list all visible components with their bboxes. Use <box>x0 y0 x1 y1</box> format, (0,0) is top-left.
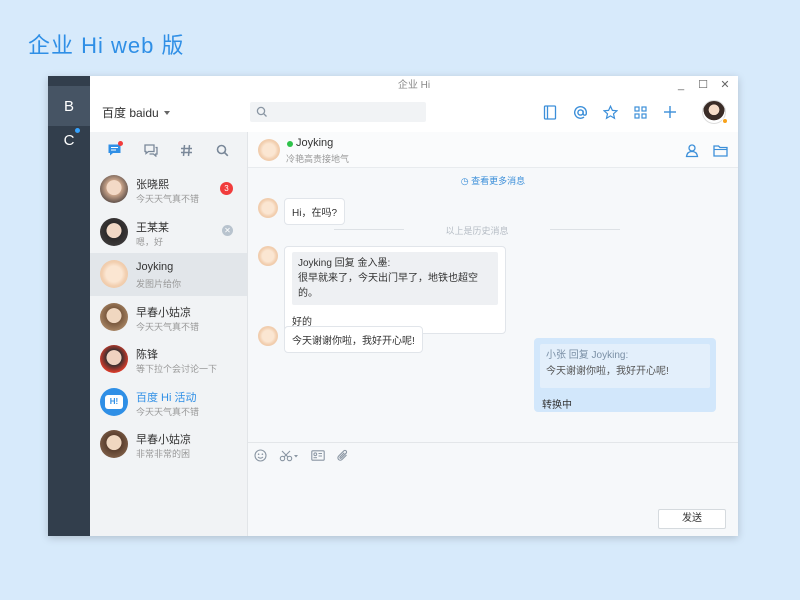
message-text: 转换中 <box>542 400 572 411</box>
message-bubble: Hi，在吗? <box>284 198 346 225</box>
clock-icon: ◷ <box>460 176 469 186</box>
workspace-b-label: B <box>63 97 74 115</box>
conversation-preview: 今天天气真不错 <box>136 406 200 417</box>
contacts-book-icon[interactable] <box>540 102 560 122</box>
view-more-messages-link[interactable]: ◷ 查看更多消息 <box>248 174 738 187</box>
my-reply-bubble: 小张 回复 Joyking: 今天谢谢你啦，我好开心呢! 转换中 <box>534 338 716 412</box>
contact-name: Joyking <box>296 137 334 149</box>
message-avatar[interactable] <box>258 198 278 218</box>
workspace-c-unread-dot <box>75 128 80 133</box>
screenshot-scissors-icon[interactable] <box>279 448 299 462</box>
star-icon[interactable] <box>600 102 620 122</box>
quoted-message: 小张 回复 Joyking: 今天谢谢你啦，我好开心呢! <box>540 344 710 388</box>
chat-icon[interactable] <box>105 141 124 159</box>
contact-avatar[interactable] <box>258 139 280 161</box>
conversation-item[interactable]: 早春小姑凉 今天天气真不错 <box>90 296 247 339</box>
quoted-message: Joyking 回复 金入墨: 很早就来了，今天出门早了，地铁也超空的。 <box>292 252 498 305</box>
quote-header: 小张 回复 Joyking: <box>546 350 629 361</box>
main-area: 企业 Hi _ ☐ ✕ 百度 baidu 张晓熙 今天天气真不错 3 王某某 嗯… <box>90 76 738 536</box>
conversation-item-active[interactable]: Joyking 发图片给你 <box>90 253 247 296</box>
group-chat-icon[interactable] <box>141 141 159 159</box>
conversation-name: Joyking <box>136 261 174 273</box>
view-more-label: 查看更多消息 <box>471 176 526 186</box>
conversation-name: 王某某 <box>136 221 169 234</box>
profile-icon[interactable] <box>684 142 700 158</box>
history-divider: 以上是历史消息 <box>334 224 620 237</box>
page-title: 企业 Hi web 版 <box>28 33 185 58</box>
chat-panel: Joyking 冷艳高贵接地气 ◷ 查看更多消息 Hi，在吗? 以上是历史消息 … <box>248 132 738 536</box>
conversation-item[interactable]: 张晓熙 今天天气真不错 3 <box>90 168 247 211</box>
hashtag-icon[interactable] <box>178 141 196 159</box>
conversation-preview: 今天天气真不错 <box>136 321 200 332</box>
conversation-item[interactable]: 陈锋 等下拉个会讨论一下 <box>90 338 247 381</box>
conversation-tabs <box>90 132 247 168</box>
org-name: 百度 baidu <box>102 106 159 120</box>
avatar <box>100 175 128 203</box>
remove-icon[interactable]: ✕ <box>222 224 233 236</box>
conversation-item[interactable]: 早春小姑凉 非常非常的困 <box>90 423 247 466</box>
reply-message-bubble: Joyking 回复 金入墨: 很早就来了，今天出门早了，地铁也超空的。 好的 <box>284 246 506 334</box>
hi-logo-icon: H! <box>100 387 128 416</box>
conversation-name: 早春小姑凉 <box>136 306 191 319</box>
message-avatar[interactable] <box>258 246 278 266</box>
conversation-preview: 非常非常的困 <box>136 449 191 459</box>
chevron-down-icon <box>163 110 170 115</box>
conversation-name: 早春小姑凉 <box>136 434 191 446</box>
avatar <box>100 302 128 331</box>
avatar <box>100 430 128 458</box>
my-status-dot <box>722 118 728 124</box>
close-icon[interactable]: ✕ <box>720 80 730 91</box>
conversation-name: 百度 Hi 活动 <box>136 391 197 404</box>
message-bubble: 今天谢谢你啦，我好开心呢! <box>284 326 423 353</box>
message-input-area[interactable]: 发送 <box>248 442 738 536</box>
conversation-item[interactable]: H! 百度 Hi 活动 今天天气真不错 <box>90 381 247 424</box>
send-button[interactable]: 发送 <box>658 509 726 529</box>
conversation-preview: 等下拉个会讨论一下 <box>136 364 218 374</box>
emoji-icon[interactable] <box>254 448 267 462</box>
minimize-icon[interactable]: _ <box>676 80 686 91</box>
avatar <box>100 345 128 373</box>
search-input[interactable] <box>250 102 426 122</box>
mention-icon[interactable] <box>570 102 590 122</box>
add-icon[interactable] <box>660 102 680 122</box>
conversation-name: 张晓熙 <box>136 179 169 191</box>
workspace-c[interactable]: C <box>48 120 90 160</box>
business-card-icon[interactable] <box>311 448 325 462</box>
online-status-dot <box>287 141 293 147</box>
maximize-icon[interactable]: ☐ <box>698 80 708 91</box>
conversation-item[interactable]: 王某某 嗯，好 ✕ <box>90 211 247 254</box>
window-title: 企业 Hi <box>397 80 431 91</box>
conversation-preview: 今天天气真不错 <box>136 194 200 204</box>
workspace-rail: B C <box>48 76 90 536</box>
workspace-c-label: C <box>63 131 75 149</box>
top-bar: 百度 baidu <box>90 96 738 132</box>
chat-unread-dot <box>118 141 124 146</box>
apps-grid-icon[interactable] <box>630 102 650 122</box>
quote-body: 今天谢谢你啦，我好开心呢! <box>546 366 669 377</box>
search-icon <box>256 106 267 117</box>
conversation-pane: 张晓熙 今天天气真不错 3 王某某 嗯，好 ✕ Joyking 发图片给你 早春… <box>90 132 248 536</box>
message-text: Hi，在吗? <box>292 208 338 219</box>
search-icon[interactable] <box>214 141 232 159</box>
window-titlebar: 企业 Hi _ ☐ ✕ <box>90 76 738 96</box>
conversation-preview: 嗯，好 <box>136 236 164 247</box>
message-avatar[interactable] <box>258 326 278 346</box>
app-window: B C 企业 Hi _ ☐ ✕ 百度 baidu 张晓熙 今天天气真不错 3 王… <box>48 76 738 536</box>
conversation-preview: 发图片给你 <box>136 279 182 289</box>
avatar <box>100 260 128 288</box>
quote-body: 很早就来了，今天出门早了，地铁也超空的。 <box>298 273 478 299</box>
message-text: 今天谢谢你啦，我好开心呢! <box>292 336 415 347</box>
conversation-name: 陈锋 <box>136 349 158 361</box>
attachment-icon[interactable] <box>337 448 349 462</box>
chat-header: Joyking 冷艳高贵接地气 <box>248 132 738 168</box>
unread-badge: 3 <box>220 182 233 195</box>
quote-header: Joyking 回复 金入墨: <box>298 258 391 269</box>
folder-icon[interactable] <box>712 142 728 158</box>
avatar <box>100 217 128 246</box>
contact-signature: 冷艳高贵接地气 <box>286 154 350 164</box>
org-selector[interactable]: 百度 baidu <box>102 104 170 121</box>
